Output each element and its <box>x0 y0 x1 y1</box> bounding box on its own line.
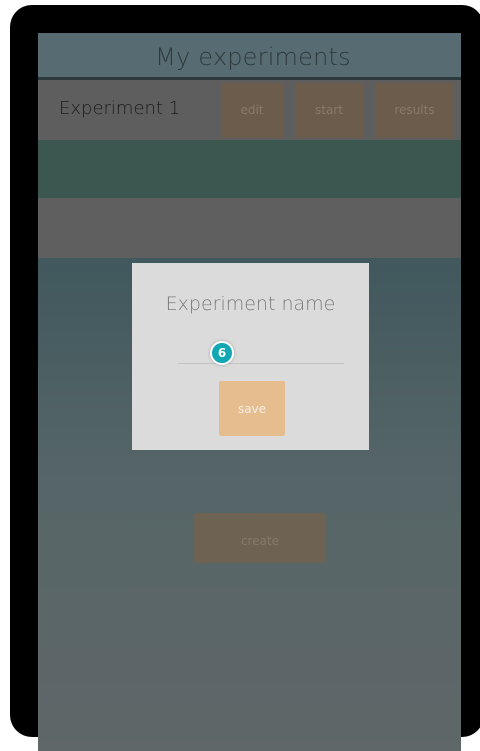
list-item[interactable]: Experiment 1 edit start results <box>38 80 461 140</box>
create-button[interactable]: create <box>194 513 326 563</box>
page-title: My experiments <box>155 43 351 71</box>
experiment-name-dialog: Experiment name 6 save <box>132 263 369 450</box>
experiment-name-input[interactable] <box>178 341 344 364</box>
step-marker-badge: 6 <box>210 341 234 365</box>
dialog-title: Experiment name <box>165 293 336 315</box>
app-header: My experiments <box>38 33 461 77</box>
start-button[interactable]: start <box>295 83 363 138</box>
list-separator-band <box>38 140 461 198</box>
results-button[interactable]: results <box>375 83 454 138</box>
experiment-list: Experiment 1 edit start results <box>38 80 461 258</box>
list-empty-row <box>38 198 461 258</box>
experiment-name: Experiment 1 <box>59 98 181 119</box>
save-button[interactable]: save <box>219 381 285 436</box>
edit-button[interactable]: edit <box>221 83 283 138</box>
